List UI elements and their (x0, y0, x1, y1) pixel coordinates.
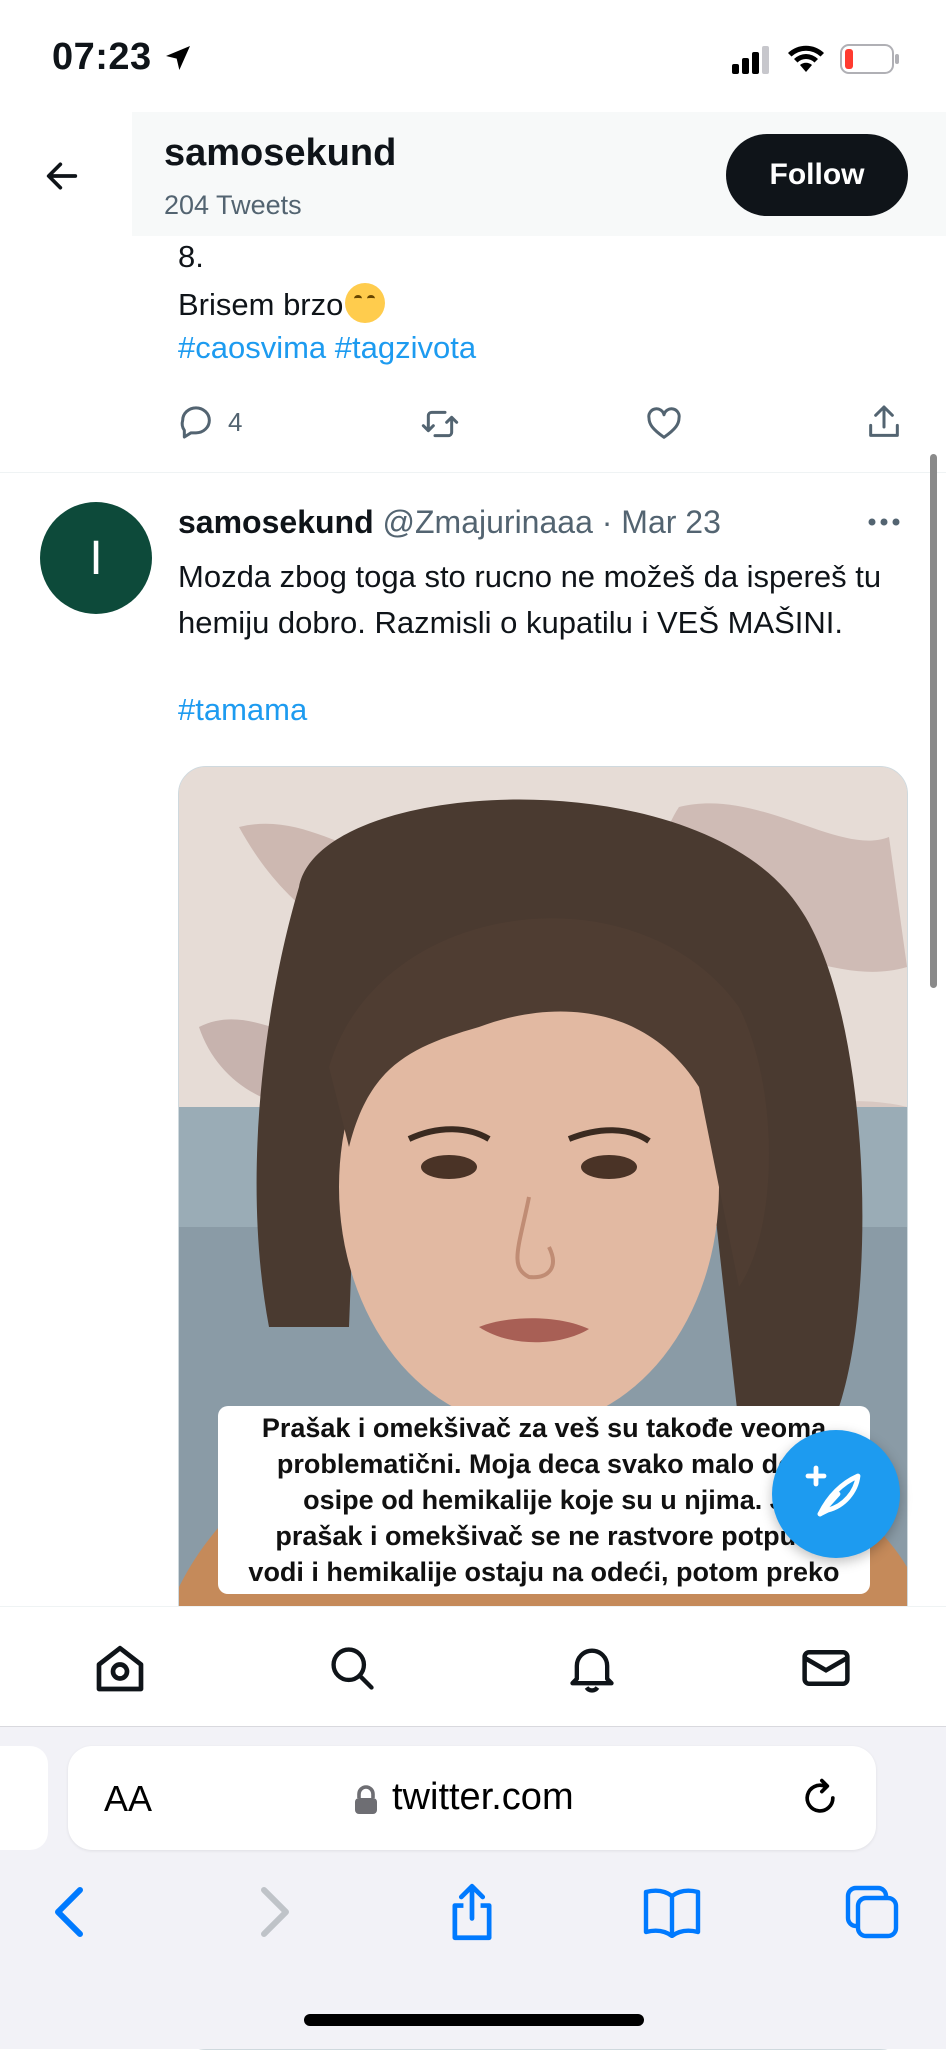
tab-messages[interactable] (798, 1640, 854, 1696)
back-button[interactable] (36, 150, 88, 202)
wifi-icon (786, 42, 826, 79)
caption-line: vodi i hemikalije ostaju na odeći, potom… (248, 1557, 840, 1587)
arrow-left-icon (46, 162, 78, 190)
tweet-divider (0, 472, 946, 473)
url-text[interactable]: twitter.com (392, 1776, 574, 1819)
chevron-left-icon (55, 1887, 83, 1937)
retweet-icon (421, 410, 459, 438)
tweet-hashtags[interactable]: #tamama (178, 692, 307, 728)
caption-line: Prašak i omekšivač za veš su takođe veom… (261, 1413, 827, 1443)
open-book-icon (643, 1888, 701, 1938)
envelope-icon (802, 1650, 850, 1686)
tweet-text-line: 8. (178, 239, 204, 274)
more-options-button[interactable] (866, 512, 902, 537)
tweet-text-line: Brisem brzo (178, 282, 386, 328)
reload-button[interactable] (798, 1776, 842, 1825)
tab-home[interactable] (92, 1640, 148, 1696)
share-icon (869, 405, 899, 437)
tab-search[interactable] (324, 1640, 380, 1696)
home-icon (96, 1645, 144, 1692)
tab-notifications[interactable] (564, 1640, 620, 1696)
tweet-handle-date: @Zmajurinaaa · Mar 23 (373, 504, 721, 540)
tweet-count: 204 Tweets (164, 190, 302, 220)
compose-tweet-button[interactable] (772, 1430, 900, 1558)
heart-icon (647, 407, 681, 439)
retweet-button[interactable] (418, 404, 462, 444)
browser-bookmarks-button[interactable] (642, 1882, 702, 1942)
tweet-author-name[interactable]: samosekund (178, 504, 374, 540)
scroll-indicator[interactable] (930, 454, 937, 988)
bell-icon (570, 1648, 614, 1693)
browser-forward-button[interactable] (244, 1882, 304, 1942)
tweet-header: samosekund @Zmajurinaaa · Mar 23 (178, 504, 721, 541)
previous-tab-peek[interactable] (0, 1746, 48, 1850)
caption-line: osipe od hemikalije koje su u njima. J (303, 1485, 785, 1515)
home-indicator[interactable] (304, 2014, 644, 2026)
share-button[interactable] (864, 402, 904, 442)
profile-name: samosekund (164, 132, 397, 174)
search-icon (331, 1647, 374, 1690)
caption-line: problematični. Moja deca svako malo dob (276, 1449, 812, 1479)
reload-icon (805, 1778, 835, 1813)
reply-icon (180, 406, 211, 439)
browser-tabs-button[interactable] (842, 1882, 902, 1942)
browser-back-button[interactable] (40, 1882, 100, 1942)
smiling-face-emoji-icon (345, 283, 386, 323)
chevron-right-icon (261, 1887, 289, 1937)
follow-button[interactable]: Follow (726, 134, 908, 216)
location-arrow-icon (162, 42, 194, 79)
share-icon (452, 1883, 492, 1941)
status-time: 07:23 (52, 36, 152, 78)
avatar[interactable]: I (40, 502, 152, 614)
compose-feather-icon (805, 1465, 861, 1517)
more-dots-icon (868, 518, 900, 526)
cellular-signal-icon (732, 46, 772, 79)
tweet-text: Brisem brzo (178, 287, 344, 322)
reply-button[interactable]: 4 (176, 402, 242, 442)
tweet-hashtags[interactable]: #caosvima #tagzivota (178, 330, 476, 366)
lock-icon (352, 1784, 380, 1821)
reply-count: 4 (228, 406, 243, 437)
battery-low-icon (840, 44, 900, 79)
like-button[interactable] (644, 404, 684, 444)
reader-text-size-button[interactable]: AA (104, 1778, 152, 1820)
tweet-text: Mozda zbog toga sto rucno ne možeš da is… (178, 559, 882, 640)
browser-share-button[interactable] (442, 1882, 502, 1942)
caption-line: prašak i omekšivač se ne rastvore potpun (275, 1521, 813, 1551)
tabs-icon (845, 1885, 899, 1939)
